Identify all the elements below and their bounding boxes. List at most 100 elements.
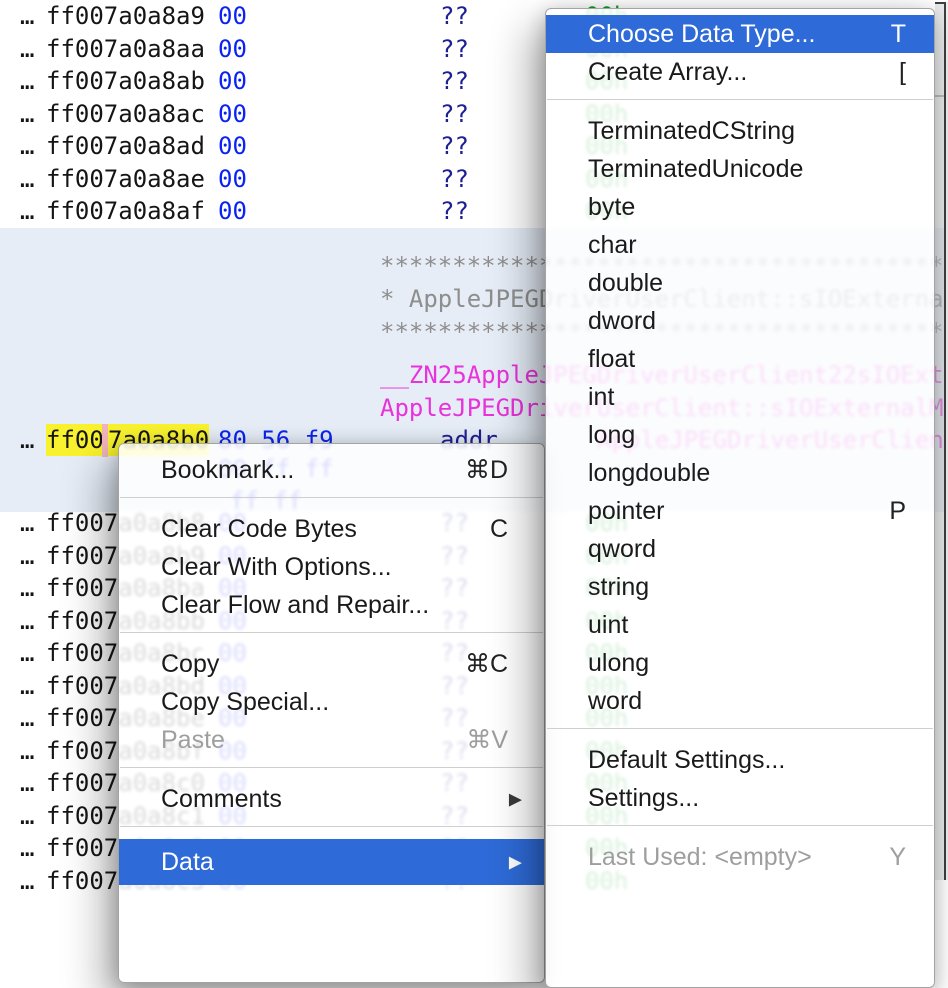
menu-separator [547,728,933,729]
menu-item-label: char [588,231,906,260]
menu-item-shortcut: ⌘V [466,725,508,755]
menu-item-copy[interactable]: Copy⌘C [119,645,544,683]
menu-item-label: pointer [588,497,889,526]
text-caret [102,424,108,457]
menu-item-float[interactable]: float [546,340,934,378]
menu-item-terminatedunicode[interactable]: TerminatedUnicode [546,150,934,188]
address: ff007a0a8ab [46,65,205,97]
byte-value: 00 [218,98,247,130]
menu-item-label: Data [161,848,508,877]
undefined-value: ?? [440,33,469,65]
menu-item-label: byte [588,193,906,222]
menu-item-label: TerminatedUnicode [588,155,906,184]
menu-item-longdouble[interactable]: longdouble [546,454,934,492]
menu-item-last-used-empty[interactable]: Last Used: <empty>Y [546,838,934,876]
menu-item-label: Settings... [588,784,906,813]
menu-item-label: Comments [161,785,508,814]
menu-item-label: TerminatedCString [588,117,906,146]
menu-item-label: long [588,421,906,450]
address-ellipsis: … [20,507,34,539]
address-ellipsis: … [20,163,34,195]
address-highlighted: ff00 [46,424,104,456]
menu-separator [120,497,543,498]
address-ellipsis: … [20,637,34,669]
menu-item-choose-data-type[interactable]: Choose Data Type...T [546,15,934,53]
menu-item-shortcut: ⌘D [465,455,508,485]
menu-item-char[interactable]: char [546,226,934,264]
address: ff007a0a8af [46,195,205,227]
menu-item-string[interactable]: string [546,568,934,606]
byte-value: 00 [218,0,247,32]
menu-item-int[interactable]: int [546,378,934,416]
menu-item-ulong[interactable]: ulong [546,644,934,682]
menu-separator [547,825,933,826]
menu-item-pointer[interactable]: pointerP [546,492,934,530]
menu-item-shortcut: Y [889,843,906,872]
menu-item-shortcut: P [889,497,906,526]
undefined-value: ?? [440,130,469,162]
menu-item-label: double [588,269,906,298]
menu-item-label: Clear Flow and Repair... [161,591,508,620]
menu-item-terminatedcstring[interactable]: TerminatedCString [546,112,934,150]
menu-item-default-settings[interactable]: Default Settings... [546,741,934,779]
menu-item-qword[interactable]: qword [546,530,934,568]
address: ff007a0a8ac [46,98,205,130]
menu-separator [120,632,543,633]
address-ellipsis: … [20,865,34,897]
menu-item-comments[interactable]: Comments▶ [119,780,544,818]
address-ellipsis: … [20,767,34,799]
address-ellipsis: … [20,735,34,767]
menu-item-label: word [588,687,906,716]
address-ellipsis: … [20,702,34,734]
address-ellipsis: … [20,605,34,637]
menu-item-bookmark[interactable]: Bookmark...⌘D [119,451,544,489]
scrollbar-thumb-edge [935,95,944,97]
undefined-value: ?? [440,65,469,97]
menu-item-shortcut: C [490,515,508,544]
menu-item-label: Paste [161,726,466,755]
menu-item-shortcut: [ [899,58,906,87]
context-menu: Bookmark...⌘D Clear Code BytesC Clear With… [118,443,545,983]
menu-item-label: Clear With Options... [161,553,508,582]
menu-item-create-array[interactable]: Create Array...[ [546,53,934,91]
byte-value: 00 [218,195,247,227]
menu-item-label: Create Array... [588,58,899,87]
address-ellipsis: … [20,424,34,456]
menu-item-copy-special[interactable]: Copy Special... [119,683,544,721]
menu-item-double[interactable]: double [546,264,934,302]
undefined-value: ?? [440,163,469,195]
address-ellipsis: … [20,800,34,832]
menu-item-shortcut: T [891,20,906,49]
menu-item-label: longdouble [588,459,906,488]
menu-item-label: Clear Code Bytes [161,515,490,544]
submenu-arrow-icon: ▶ [509,854,522,871]
menu-item-label: string [588,573,906,602]
address: ff007a0a8a9 [46,0,205,32]
menu-item-shortcut: ⌘C [465,649,508,679]
menu-item-long[interactable]: long [546,416,934,454]
address: ff007a0a8aa [46,33,205,65]
menu-item-settings[interactable]: Settings... [546,779,934,817]
menu-item-paste[interactable]: Paste⌘V [119,721,544,759]
menu-item-uint[interactable]: uint [546,606,934,644]
menu-item-label: Copy [161,650,465,679]
menu-separator [547,99,933,100]
menu-item-label: int [588,383,906,412]
menu-item-dword[interactable]: dword [546,302,934,340]
menu-item-data[interactable]: Data▶ [119,839,544,885]
menu-separator [120,767,543,768]
scrollbar-track[interactable] [935,2,944,880]
menu-item-label: ulong [588,649,906,678]
menu-item-label: float [588,345,906,374]
menu-item-word[interactable]: word [546,682,934,720]
menu-item-byte[interactable]: byte [546,188,934,226]
menu-item-clear-with-options[interactable]: Clear With Options... [119,548,544,586]
undefined-value: ?? [440,0,469,32]
menu-item-label: Default Settings... [588,746,906,775]
menu-item-label: qword [588,535,906,564]
address-ellipsis: … [20,195,34,227]
menu-item-label: Bookmark... [161,456,465,485]
menu-item-clear-code-bytes[interactable]: Clear Code BytesC [119,510,544,548]
address-ellipsis: … [20,98,34,130]
menu-item-clear-flow-and-repair[interactable]: Clear Flow and Repair... [119,586,544,624]
